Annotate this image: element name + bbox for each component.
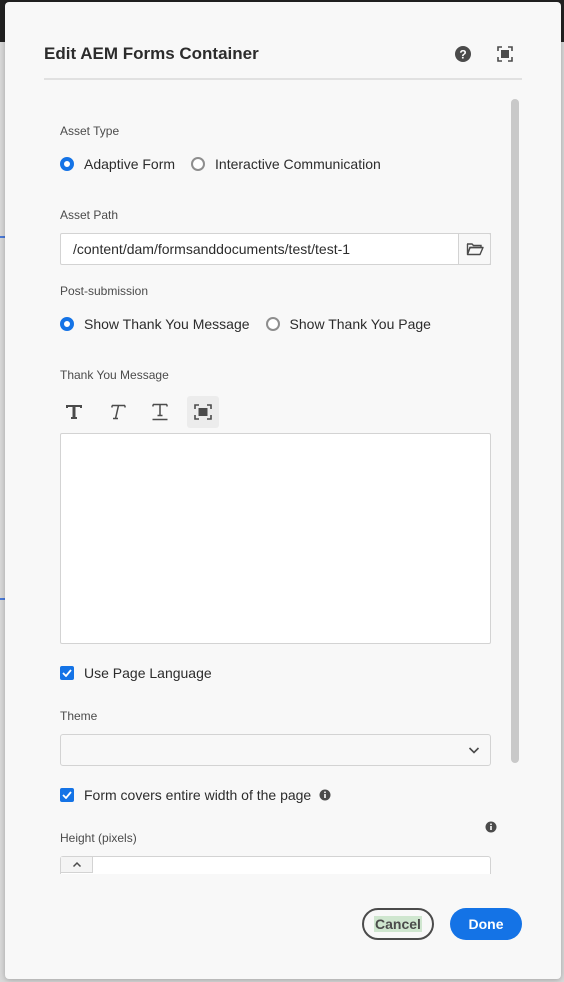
dialog-content: Asset Type Adaptive Form Interactive Com… (44, 94, 522, 874)
help-circle-icon[interactable]: ? (454, 45, 472, 63)
checkmark-icon (62, 669, 72, 677)
info-icon[interactable] (319, 789, 331, 801)
form-covers-width-row: Form covers entire width of the page (60, 787, 331, 803)
radio-adaptive-form-label[interactable]: Adaptive Form (84, 156, 175, 172)
radio-show-thank-you-page-label[interactable]: Show Thank You Page (290, 316, 431, 332)
text-italic-icon (111, 404, 126, 420)
radio-show-thank-you-message[interactable] (60, 317, 74, 331)
svg-text:?: ? (459, 48, 466, 62)
radio-adaptive-form[interactable] (60, 157, 74, 171)
asset-type-radio-group: Adaptive Form Interactive Communication (60, 156, 381, 172)
edit-dialog: Edit AEM Forms Container ? Asset Type Ad… (5, 2, 561, 979)
italic-button[interactable] (101, 396, 133, 428)
radio-show-thank-you-message-label[interactable]: Show Thank You Message (84, 316, 250, 332)
asset-type-label: Asset Type (60, 124, 120, 138)
radio-show-thank-you-page[interactable] (265, 317, 280, 331)
height-label: Height (pixels) (60, 831, 137, 845)
folder-icon (466, 243, 484, 256)
done-button[interactable]: Done (450, 908, 522, 940)
theme-select[interactable] (60, 734, 491, 766)
thank-you-message-editor[interactable] (60, 433, 491, 644)
scrollbar-thumb[interactable] (511, 99, 519, 763)
chevron-down-icon (468, 747, 480, 754)
text-underline-icon (152, 403, 168, 421)
stepper-increment-button[interactable] (61, 857, 93, 873)
underline-button[interactable] (144, 396, 176, 428)
use-page-language-checkbox[interactable] (60, 666, 74, 680)
height-stepper[interactable] (60, 856, 491, 874)
radio-interactive-communication-label[interactable]: Interactive Communication (215, 156, 381, 172)
bold-button[interactable] (58, 396, 90, 428)
text-bold-icon (66, 405, 82, 419)
cancel-button[interactable]: Cancel (362, 908, 434, 940)
title-divider (44, 78, 522, 80)
form-covers-width-label[interactable]: Form covers entire width of the page (84, 787, 311, 803)
radio-interactive-communication[interactable] (191, 157, 206, 171)
post-submission-radio-group: Show Thank You Message Show Thank You Pa… (60, 316, 431, 332)
post-submission-label: Post-submission (60, 284, 149, 298)
use-page-language-label[interactable]: Use Page Language (84, 665, 212, 681)
fullscreen-icon (194, 404, 212, 420)
dialog-title: Edit AEM Forms Container (44, 44, 259, 63)
rich-text-toolbar (58, 396, 230, 428)
form-covers-width-checkbox[interactable] (60, 788, 74, 802)
theme-label: Theme (60, 709, 98, 723)
info-icon[interactable] (485, 821, 497, 833)
checkmark-icon (62, 791, 72, 799)
chevron-up-icon (72, 861, 81, 868)
fullscreen-icon[interactable] (496, 45, 514, 63)
asset-path-input[interactable]: /content/dam/formsanddocuments/test/test… (60, 233, 491, 265)
rte-fullscreen-button[interactable] (187, 396, 219, 428)
cancel-button-label: Cancel (374, 916, 422, 932)
thank-you-message-label: Thank You Message (60, 368, 169, 382)
use-page-language-row: Use Page Language (60, 665, 212, 681)
browse-asset-button[interactable] (458, 233, 491, 265)
asset-path-label: Asset Path (60, 208, 119, 222)
